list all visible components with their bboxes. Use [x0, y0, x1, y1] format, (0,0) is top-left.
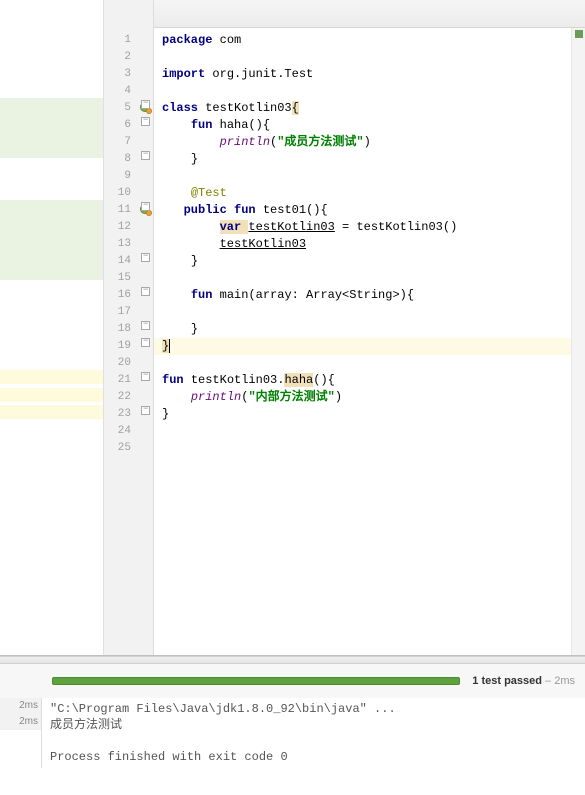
code-line: var testKotlin03 = testKotlin03(): [154, 219, 585, 236]
fold-toggle-icon[interactable]: [141, 406, 150, 415]
code-line: [154, 83, 585, 100]
diff-marker: [0, 370, 103, 384]
fold-toggle-icon[interactable]: [141, 338, 150, 347]
code-line: class testKotlin03{: [154, 100, 585, 117]
code-editor[interactable]: 1 2 3 4 5 6 7 8 9 10 11 12 13 14 15 16 1…: [103, 0, 585, 655]
vertical-scrollbar[interactable]: [571, 28, 585, 655]
diff-marker: [0, 405, 103, 419]
console-line: [50, 733, 577, 749]
editor-area: 1 2 3 4 5 6 7 8 9 10 11 12 13 14 15 16 1…: [0, 0, 585, 655]
test-tree-times: 2ms 2ms: [0, 698, 41, 730]
code-line: [154, 49, 585, 66]
code-line: [154, 270, 585, 287]
code-line: testKotlin03: [154, 236, 585, 253]
fold-toggle-icon[interactable]: [141, 117, 150, 126]
code-line: println("内部方法测试"): [154, 389, 585, 406]
fold-toggle-icon[interactable]: [141, 321, 150, 330]
code-line: }: [154, 321, 585, 338]
fold-toggle-icon[interactable]: [141, 253, 150, 262]
fold-toggle-icon[interactable]: [141, 100, 150, 109]
code-line: fun haha(){: [154, 117, 585, 134]
run-tool-window: 1 test passed – 2ms 2ms 2ms "C:\Program …: [0, 655, 585, 795]
code-line: import org.junit.Test: [154, 66, 585, 83]
console-output[interactable]: 2ms 2ms "C:\Program Files\Java\jdk1.8.0_…: [0, 698, 585, 768]
console-text[interactable]: "C:\Program Files\Java\jdk1.8.0_92\bin\j…: [41, 698, 585, 768]
fold-toggle-icon[interactable]: [141, 151, 150, 160]
code-line: public fun test01(){: [154, 202, 585, 219]
test-progress-bar: [52, 677, 460, 685]
code-line: [154, 304, 585, 321]
code-line: [154, 355, 585, 372]
code-line: package com: [154, 32, 585, 49]
left-margin-strip: [0, 0, 103, 655]
test-summary-label: 1 test passed – 2ms: [472, 675, 575, 687]
line-number-gutter[interactable]: 1 2 3 4 5 6 7 8 9 10 11 12 13 14 15 16 1…: [104, 0, 154, 655]
code-line: }: [154, 151, 585, 168]
console-line: "C:\Program Files\Java\jdk1.8.0_92\bin\j…: [50, 701, 577, 717]
code-content[interactable]: package com import org.junit.Test class …: [154, 0, 585, 655]
diff-marker: [0, 388, 103, 402]
fold-column: [139, 0, 153, 655]
panel-resize-handle[interactable]: [0, 656, 585, 664]
fold-toggle-icon[interactable]: [141, 202, 150, 211]
coverage-block: [0, 200, 103, 280]
test-progress-row: 1 test passed – 2ms: [0, 664, 585, 698]
test-duration: 2ms: [0, 698, 41, 714]
console-line: Process finished with exit code 0: [50, 749, 577, 765]
test-duration: 2ms: [0, 714, 41, 730]
console-line: 成员方法测试: [50, 717, 577, 733]
fold-toggle-icon[interactable]: [141, 372, 150, 381]
code-line: }: [154, 253, 585, 270]
code-line: }: [154, 406, 585, 423]
code-line: fun main(array: Array<String>){: [154, 287, 585, 304]
code-line: [154, 440, 585, 457]
coverage-block: [0, 98, 103, 158]
code-line-current: }: [154, 338, 585, 355]
code-line: [154, 423, 585, 440]
fold-toggle-icon[interactable]: [141, 287, 150, 296]
analysis-status-icon: [575, 30, 583, 38]
code-line: fun testKotlin03.haha(){: [154, 372, 585, 389]
text-cursor-icon: [169, 339, 170, 353]
code-line: [154, 168, 585, 185]
code-line: @Test: [154, 185, 585, 202]
code-line: println("成员方法测试"): [154, 134, 585, 151]
